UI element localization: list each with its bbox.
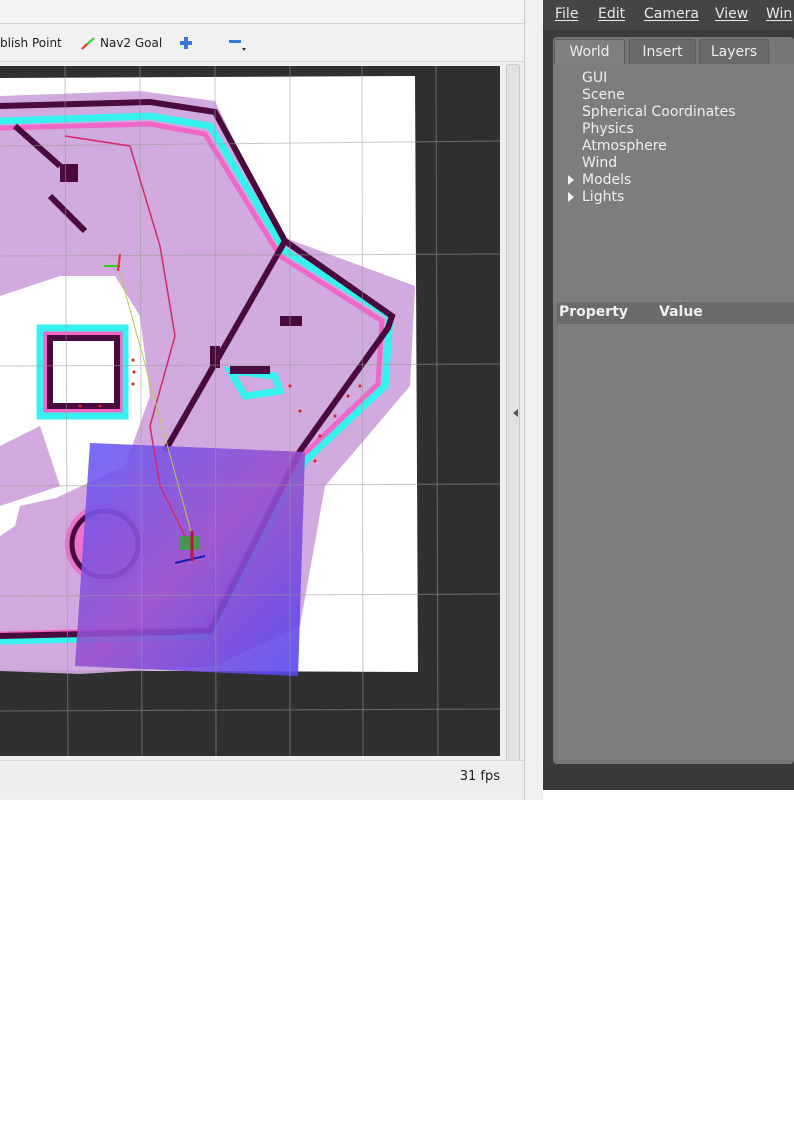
tree-item-atmosphere[interactable]: Atmosphere: [582, 138, 667, 154]
rviz-status-bar: 31 fps: [0, 760, 524, 794]
plus-icon: [180, 37, 192, 49]
rviz-3d-viewport[interactable]: [0, 66, 500, 756]
costmap-render: [0, 66, 500, 756]
tree-item-physics[interactable]: Physics: [582, 121, 634, 137]
remove-tool-button[interactable]: [228, 33, 252, 53]
tree-item-lights[interactable]: Lights: [582, 189, 624, 205]
tab-world[interactable]: World: [554, 39, 625, 64]
rviz-title-strip: [0, 0, 524, 24]
menu-camera[interactable]: Camera: [644, 6, 699, 22]
world-tree: GUI Scene Spherical Coordinates Physics …: [553, 64, 794, 304]
property-column-header: Property: [559, 304, 629, 320]
minus-icon: [229, 40, 246, 51]
tree-item-scene[interactable]: Scene: [582, 87, 625, 103]
panel-divider[interactable]: [525, 0, 543, 800]
rviz-window: blish Point Nav2 Goal 31 fps: [0, 0, 525, 800]
nav2-goal-label: Nav2 Goal: [100, 36, 163, 50]
add-tool-button[interactable]: [179, 33, 197, 53]
tree-item-models[interactable]: Models: [582, 172, 631, 188]
gazebo-window: File Edit Camera View Win World Insert L…: [543, 0, 794, 790]
gazebo-menubar: File Edit Camera View Win: [543, 0, 794, 30]
nav2-goal-tool[interactable]: Nav2 Goal: [80, 33, 162, 53]
expand-models-icon[interactable]: [568, 175, 574, 185]
expand-lights-icon[interactable]: [568, 192, 574, 202]
tree-item-spherical-coordinates[interactable]: Spherical Coordinates: [582, 104, 736, 120]
menu-window[interactable]: Win: [766, 6, 792, 22]
rviz-toolbar: blish Point Nav2 Goal: [0, 24, 524, 62]
gazebo-bottom-edge: [543, 764, 794, 790]
menu-view[interactable]: View: [715, 6, 748, 22]
nav2-goal-arrow-icon: [81, 37, 95, 50]
tab-layers[interactable]: Layers: [699, 39, 769, 64]
menu-file[interactable]: File: [555, 6, 578, 22]
tab-insert[interactable]: Insert: [629, 39, 696, 64]
fps-readout: 31 fps: [459, 769, 500, 784]
property-table-header: Property Value: [557, 302, 794, 324]
publish-point-tool[interactable]: blish Point: [0, 33, 62, 53]
publish-point-label: blish Point: [0, 36, 62, 50]
property-table-body: [557, 324, 794, 760]
collapse-arrow-icon[interactable]: [513, 409, 518, 417]
tree-item-wind[interactable]: Wind: [582, 155, 617, 171]
tree-item-gui[interactable]: GUI: [582, 70, 607, 86]
value-column-header: Value: [659, 304, 703, 320]
menu-edit[interactable]: Edit: [598, 6, 625, 22]
world-panel: World Insert Layers GUI Scene Spherical …: [553, 37, 794, 764]
